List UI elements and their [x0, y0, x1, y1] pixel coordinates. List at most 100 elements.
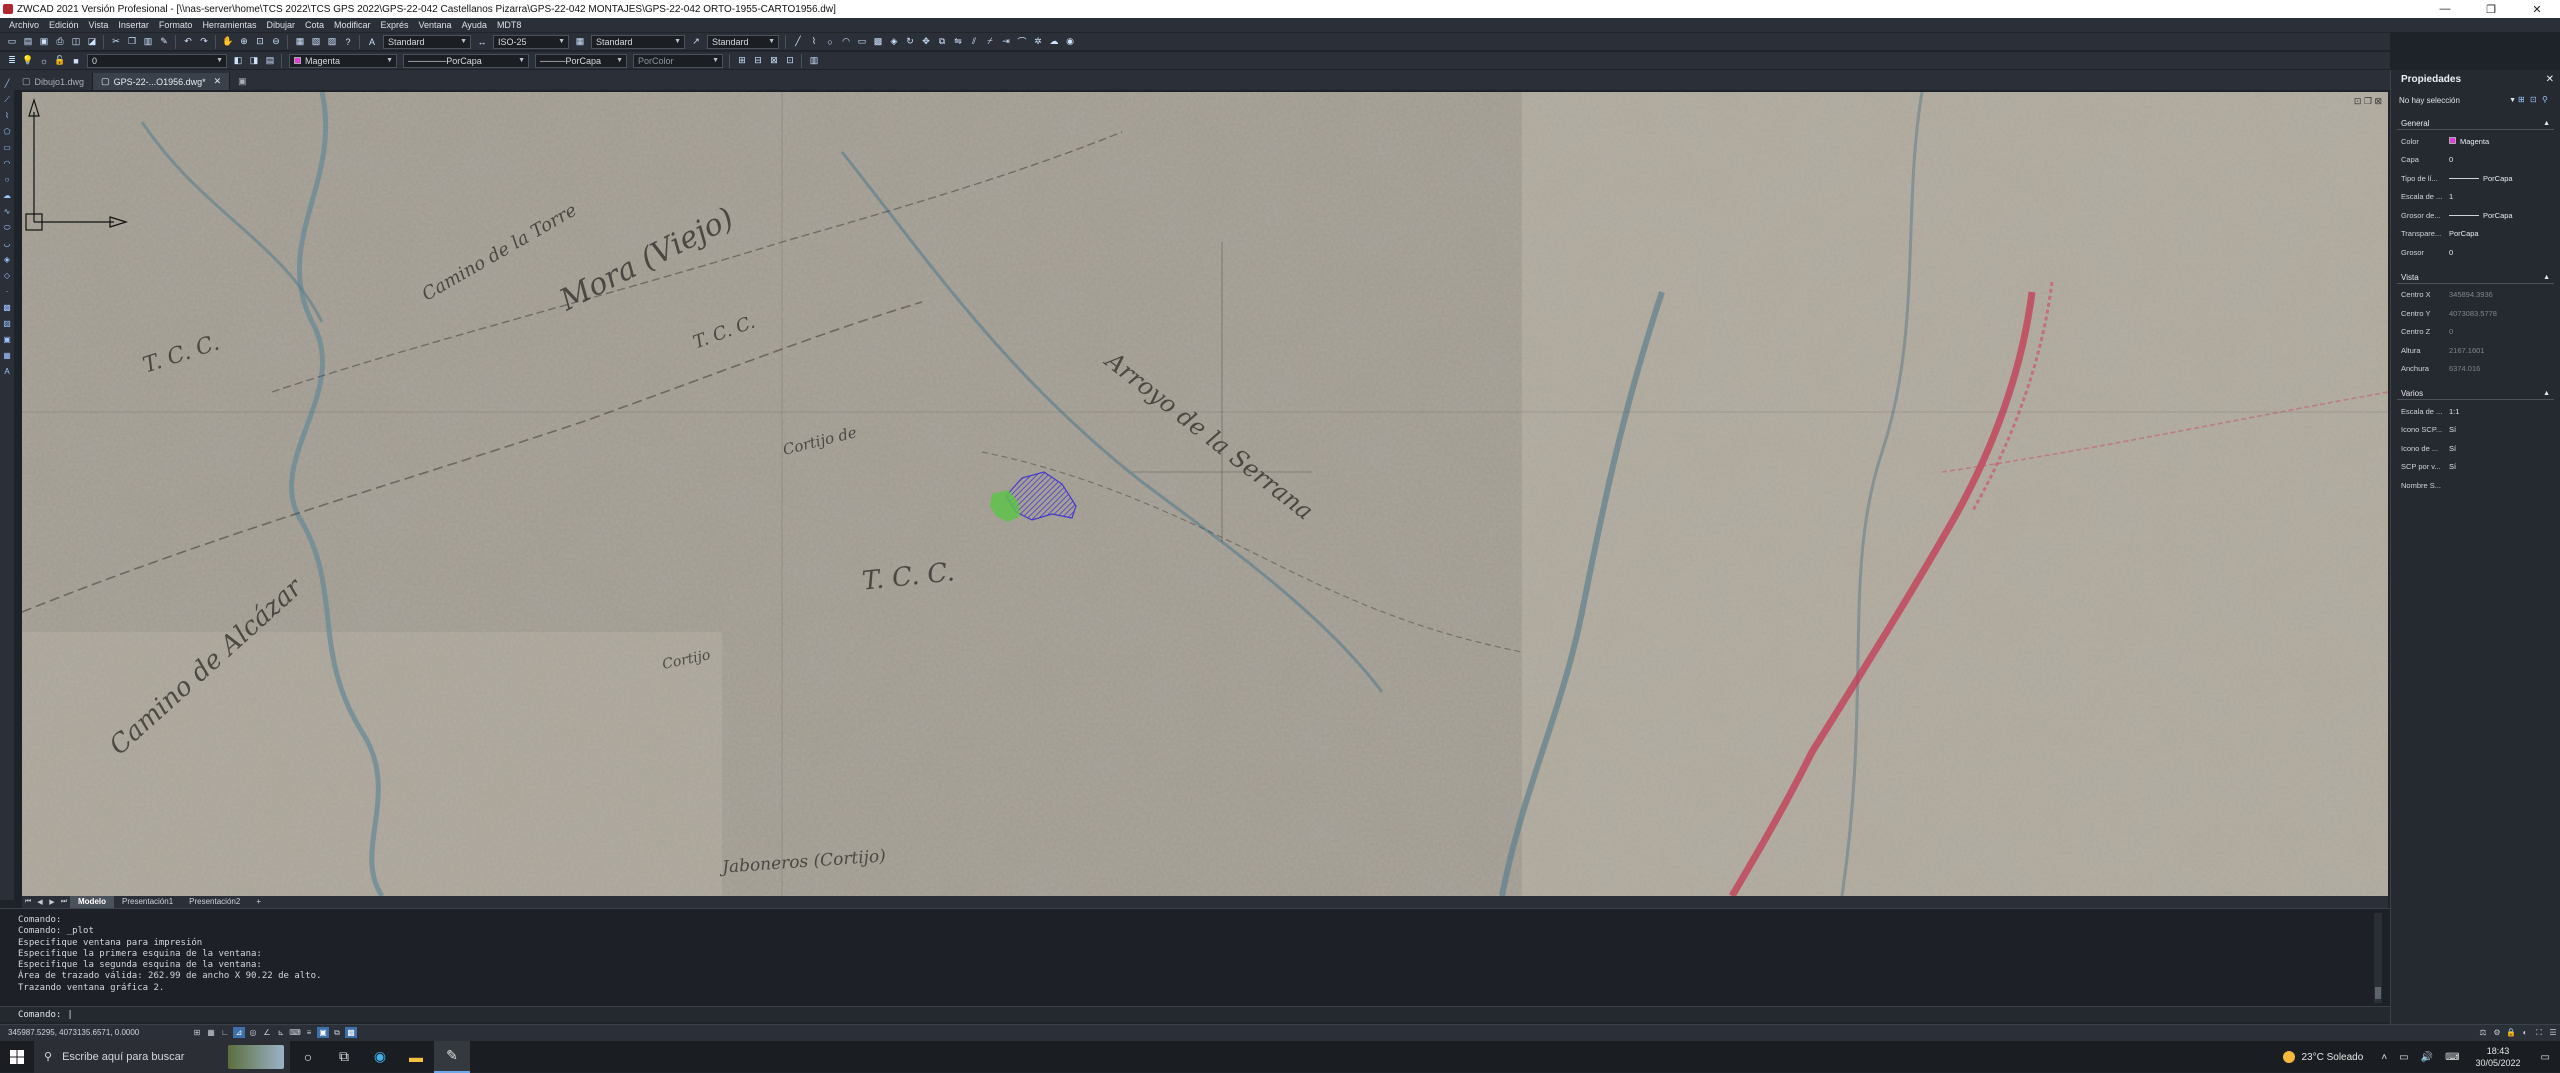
cloud-tool-icon[interactable]: ☁ — [1047, 35, 1061, 49]
undo-icon[interactable]: ↶ — [181, 35, 195, 49]
new-file-icon[interactable]: ▭ — [5, 35, 19, 49]
layer-on-icon[interactable]: 💡 — [21, 54, 35, 68]
prop-row-center-x[interactable]: Centro X 345894.3936 — [2397, 286, 2554, 305]
render-icon[interactable]: ◉ — [1063, 35, 1077, 49]
plotstyle-select[interactable]: PorColor ▼ — [633, 53, 723, 68]
menu-modificar[interactable]: Modificar — [329, 18, 376, 32]
ortho-icon[interactable]: ∟ — [219, 1027, 231, 1038]
taskbar-search-box[interactable]: ⚲ Escribe aquí para buscar — [34, 1040, 290, 1073]
sheet-set-icon[interactable]: ▥ — [807, 54, 821, 68]
extend-tool-icon[interactable]: ⇥ — [999, 35, 1013, 49]
make-block-icon[interactable]: ◇ — [2, 271, 12, 281]
arc-icon[interactable]: ◠ — [2, 159, 12, 169]
layer-select[interactable]: 0 ▼ — [87, 53, 227, 68]
object-snap-icon[interactable]: ◎ — [247, 1027, 259, 1038]
menu-ventana[interactable]: Ventana — [414, 18, 457, 32]
minimize-button[interactable]: — — [2422, 0, 2468, 18]
clean-screen-icon[interactable]: ⛶ — [2533, 1027, 2545, 1038]
menu-cota[interactable]: Cota — [300, 18, 329, 32]
select-objects-icon[interactable]: ⊡ — [2530, 95, 2540, 105]
polygon-icon[interactable]: ⬠ — [2, 127, 12, 137]
zoom-previous-icon[interactable]: ⊖ — [269, 35, 283, 49]
toggle-pickadd-icon[interactable]: ⊞ — [2518, 95, 2528, 105]
weather-widget[interactable]: 23°C Soleado — [2283, 1051, 2363, 1063]
prop-row-layer[interactable]: Capa 0 — [2397, 151, 2554, 170]
make-current-layer-icon[interactable]: ◧ — [231, 54, 245, 68]
maximize-button[interactable]: ❐ — [2468, 0, 2514, 18]
quick-select-icon[interactable]: ⚲ — [2542, 95, 2552, 105]
menu-mdt8[interactable]: MDT8 — [492, 18, 527, 32]
insert-block-icon[interactable]: ◈ — [2, 255, 12, 265]
tab-presentacion2[interactable]: Presentación2 — [181, 896, 248, 908]
dynamic-ucs-icon[interactable]: ⊾ — [275, 1027, 287, 1038]
viewport-controls[interactable]: ⊡ ❐ ⊠ — [2354, 96, 2382, 107]
move-tool-icon[interactable]: ✥ — [919, 35, 933, 49]
grid-display-icon[interactable]: ▦ — [205, 1027, 217, 1038]
prop-row-ucs-icon-origin[interactable]: Icono de ... Sí — [2397, 439, 2554, 458]
tool-palettes-icon[interactable]: ▨ — [325, 35, 339, 49]
tab-modelo[interactable]: Modelo — [70, 896, 114, 908]
prop-row-transparency[interactable]: Transpare... PorCapa — [2397, 225, 2554, 244]
color-select[interactable]: Magenta ▼ — [289, 53, 397, 68]
construction-line-icon[interactable]: ⟋ — [2, 95, 12, 105]
prop-row-ucs-icon-on[interactable]: Icono SCP... Sí — [2397, 421, 2554, 440]
tab-presentacion1[interactable]: Presentación1 — [114, 896, 181, 908]
quick-properties-icon[interactable]: ▣ — [317, 1027, 329, 1038]
rectangle-icon[interactable]: ▭ — [2, 143, 12, 153]
hatch-tool-icon[interactable]: ▩ — [871, 35, 885, 49]
scrollbar-thumb[interactable] — [2375, 987, 2381, 999]
ellipse-icon[interactable]: ⬭ — [2, 223, 12, 233]
first-layout-icon[interactable]: ⏮ — [22, 898, 34, 906]
close-window-button[interactable]: ✕ — [2514, 0, 2560, 18]
polyline-icon[interactable]: ⌇ — [2, 111, 12, 121]
prop-row-center-z[interactable]: Centro Z0 — [2397, 323, 2554, 342]
doc-tab-dibujo1[interactable]: ▢ Dibujo1.dwg — [14, 73, 94, 90]
taskbar-clock[interactable]: 18:43 30/05/2022 — [2476, 1045, 2521, 1069]
section-general-header[interactable]: General ▲ — [2397, 118, 2554, 130]
new-tab-button[interactable]: ▣ — [230, 73, 255, 90]
network-icon[interactable]: ▭ — [2399, 1052, 2408, 1063]
menu-dibujar[interactable]: Dibujar — [261, 18, 300, 32]
prev-layout-icon[interactable]: ◀ — [34, 898, 46, 906]
edge-browser-icon[interactable]: ◉ — [362, 1041, 398, 1073]
menu-ayuda[interactable]: Ayuda — [457, 18, 492, 32]
selection-select[interactable]: No hay selección ▼ ⊞ ⊡ ⚲ — [2399, 92, 2552, 108]
gradient-icon[interactable]: ▨ — [2, 319, 12, 329]
copy-icon[interactable]: ❐ — [125, 35, 139, 49]
section-vista-header[interactable]: Vista ▲ — [2397, 272, 2554, 284]
point-icon[interactable]: · — [2, 287, 12, 297]
viewport-clip-icon[interactable]: ⊟ — [751, 54, 765, 68]
publish-icon[interactable]: ◪ — [85, 35, 99, 49]
viewport-scale-icon[interactable]: ⊠ — [767, 54, 781, 68]
line-icon[interactable]: ╱ — [2, 79, 12, 89]
tab-add-layout[interactable]: + — [248, 896, 269, 908]
show-hidden-icons-icon[interactable]: ˄ — [2381, 1052, 2387, 1063]
lineweight-select[interactable]: ──── PorCapa ▼ — [535, 53, 627, 68]
layer-manager-icon[interactable]: ≣ — [5, 54, 19, 68]
model-space-icon[interactable]: ▩ — [345, 1027, 357, 1038]
last-layout-icon[interactable]: ⏭ — [58, 898, 70, 906]
hatch-icon[interactable]: ▩ — [2, 303, 12, 313]
print-icon[interactable]: ⎙ — [53, 35, 67, 49]
section-varios-header[interactable]: Varios ▲ — [2397, 388, 2554, 400]
cortana-icon[interactable]: ○ — [290, 1041, 326, 1073]
close-tab-icon[interactable]: ✕ — [214, 76, 222, 87]
table-icon[interactable]: ▦ — [2, 351, 12, 361]
dim-style-select[interactable]: ISO-25 ▼ — [493, 34, 569, 49]
mirror-tool-icon[interactable]: ⇋ — [951, 35, 965, 49]
offset-tool-icon[interactable]: ⫽ — [967, 35, 981, 49]
polyline-tool-icon[interactable]: ⌇ — [807, 35, 821, 49]
text-style-select[interactable]: Standard ▼ — [383, 34, 471, 49]
isolate-objects-icon[interactable]: ◐ — [2519, 1027, 2531, 1038]
table-style-select[interactable]: Standard ▼ — [591, 34, 685, 49]
prop-row-thickness[interactable]: Grosor 0 — [2397, 243, 2554, 262]
prop-row-ltscale[interactable]: Escala de ... 1 — [2397, 188, 2554, 207]
prop-row-height[interactable]: Altura 2167.1601 — [2397, 341, 2554, 360]
file-explorer-icon[interactable]: ▬ — [398, 1041, 434, 1073]
save-icon[interactable]: ▣ — [37, 35, 51, 49]
linetype-select[interactable]: ────── PorCapa ▼ — [403, 53, 529, 68]
lineweight-display-icon[interactable]: ≡ — [303, 1027, 315, 1038]
cut-icon[interactable]: ✂ — [109, 35, 123, 49]
command-line-input[interactable]: Comando: | — [0, 1006, 2390, 1022]
viewport-icon[interactable]: ⊞ — [735, 54, 749, 68]
